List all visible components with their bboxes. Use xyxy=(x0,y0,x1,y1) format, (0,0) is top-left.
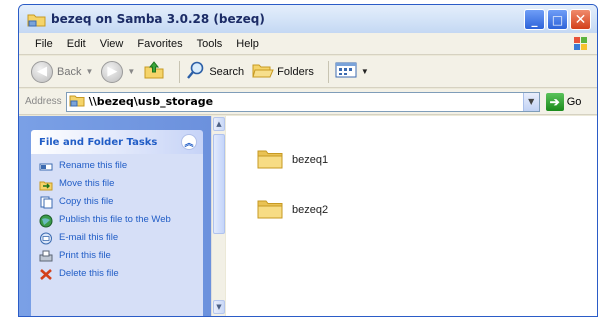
toolbar-separator xyxy=(327,60,329,83)
scroll-up-icon[interactable]: ▲ xyxy=(213,117,225,131)
scrollbar-thumb[interactable] xyxy=(213,134,225,234)
task-print[interactable]: Print this file xyxy=(39,250,197,263)
menu-tools[interactable]: Tools xyxy=(197,38,223,50)
chevron-down-icon[interactable]: ▼ xyxy=(85,67,93,76)
task-box-title: File and Folder Tasks xyxy=(39,136,158,148)
task-pane: File and Folder Tasks ︽ Rename this file… xyxy=(19,116,211,316)
toolbar: ◀ Back ▼ ▶ ▼ Search Folders ▼ xyxy=(19,56,597,88)
folders-label: Folders xyxy=(277,65,314,78)
up-folder-icon xyxy=(143,60,165,83)
scroll-down-icon[interactable]: ▼ xyxy=(213,300,225,314)
task-list: Rename this file Move this file Copy thi… xyxy=(31,154,203,316)
folder-icon xyxy=(256,146,284,173)
forward-arrow-icon: ▶ xyxy=(101,60,124,83)
folders-icon xyxy=(252,61,274,82)
delete-icon xyxy=(39,268,53,281)
folder-item[interactable]: bezeq1 xyxy=(256,146,328,173)
chevron-down-icon[interactable]: ▼ xyxy=(127,67,135,76)
task-rename[interactable]: Rename this file xyxy=(39,160,197,173)
copy-icon xyxy=(39,196,53,209)
back-button[interactable]: ◀ Back ▼ xyxy=(31,60,93,83)
collapse-chevron-icon[interactable]: ︽ xyxy=(181,134,197,150)
rename-icon xyxy=(39,160,53,173)
close-button[interactable]: ✕ xyxy=(570,9,591,30)
folder-item[interactable]: bezeq2 xyxy=(256,196,328,223)
globe-icon xyxy=(39,214,53,227)
go-label: Go xyxy=(566,95,582,108)
search-label: Search xyxy=(209,65,245,78)
windows-logo-icon xyxy=(563,34,593,54)
folders-button[interactable]: Folders xyxy=(252,61,314,82)
go-button[interactable]: ➔ Go xyxy=(545,92,582,111)
menu-view[interactable]: View xyxy=(100,38,124,50)
task-email[interactable]: E-mail this file xyxy=(39,232,197,245)
window-title: bezeq on Samba 3.0.28 (bezeq) xyxy=(51,12,265,26)
move-icon xyxy=(39,178,53,191)
email-icon xyxy=(39,232,53,245)
explorer-window: bezeq on Samba 3.0.28 (bezeq) _ □ ✕ File… xyxy=(18,4,598,317)
network-folder-icon xyxy=(69,93,85,110)
task-label: Copy this file xyxy=(59,196,114,207)
task-move[interactable]: Move this file xyxy=(39,178,197,191)
task-label: Print this file xyxy=(59,250,111,261)
search-icon xyxy=(186,60,206,83)
task-label: Delete this file xyxy=(59,268,119,279)
minimize-button[interactable]: _ xyxy=(524,9,545,30)
print-icon xyxy=(39,250,53,263)
go-arrow-icon: ➔ xyxy=(545,92,564,111)
menu-favorites[interactable]: Favorites xyxy=(137,38,182,50)
views-icon xyxy=(335,61,357,82)
task-pane-scrollbar[interactable]: ▲ ▼ xyxy=(211,116,225,316)
back-arrow-icon: ◀ xyxy=(31,60,53,83)
search-button[interactable]: Search xyxy=(186,60,244,83)
title-bar[interactable]: bezeq on Samba 3.0.28 (bezeq) _ □ ✕ xyxy=(19,5,597,33)
task-label: Rename this file xyxy=(59,160,128,171)
task-label: Publish this file to the Web xyxy=(59,214,171,225)
address-bar: Address \\bezeq\usb_storage ▼ ➔ Go xyxy=(19,89,597,115)
toolbar-separator xyxy=(179,60,181,83)
menu-file[interactable]: File xyxy=(35,38,53,50)
folder-icon xyxy=(256,196,284,223)
task-label: E-mail this file xyxy=(59,232,119,243)
folder-name: bezeq1 xyxy=(292,153,329,166)
task-copy[interactable]: Copy this file xyxy=(39,196,197,209)
file-list-area: bezeq1 bezeq2 xyxy=(226,116,597,316)
forward-button[interactable]: ▶ ▼ xyxy=(101,60,135,83)
back-label: Back xyxy=(57,65,82,78)
address-label: Address xyxy=(25,96,62,107)
network-folder-icon xyxy=(27,11,47,27)
address-input[interactable]: \\bezeq\usb_storage ▼ xyxy=(65,91,540,112)
task-delete[interactable]: Delete this file xyxy=(39,268,197,281)
folder-name: bezeq2 xyxy=(292,203,329,216)
address-dropdown-icon[interactable]: ▼ xyxy=(522,92,539,111)
address-path: \\bezeq\usb_storage xyxy=(88,95,214,108)
file-folder-tasks-box: File and Folder Tasks ︽ Rename this file… xyxy=(31,130,203,316)
menu-bar: File Edit View Favorites Tools Help xyxy=(19,33,597,55)
menu-edit[interactable]: Edit xyxy=(67,38,86,50)
chevron-down-icon[interactable]: ▼ xyxy=(361,67,369,76)
up-folder-button[interactable] xyxy=(143,60,165,83)
menu-help[interactable]: Help xyxy=(236,38,259,50)
task-box-header[interactable]: File and Folder Tasks ︽ xyxy=(31,130,203,154)
maximize-button[interactable]: □ xyxy=(547,9,568,30)
task-label: Move this file xyxy=(59,178,115,189)
views-button[interactable]: ▼ xyxy=(335,61,369,82)
task-publish[interactable]: Publish this file to the Web xyxy=(39,214,197,227)
